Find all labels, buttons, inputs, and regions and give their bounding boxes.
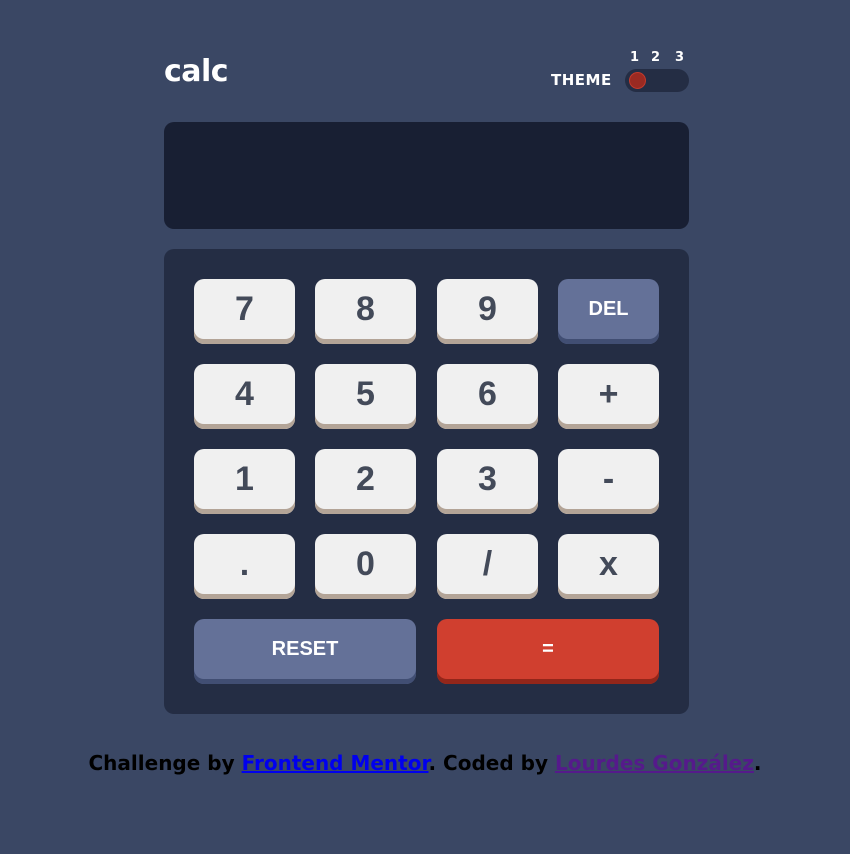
author-link[interactable]: Lourdes González <box>555 751 754 775</box>
header: calc THEME 1 2 3 <box>164 50 689 94</box>
delete-button[interactable]: DEL <box>558 279 659 344</box>
theme-toggle[interactable] <box>625 69 689 92</box>
theme-numbers: 1 2 3 <box>627 50 691 66</box>
key-1[interactable]: 1 <box>194 449 295 514</box>
frontend-mentor-link[interactable]: Frontend Mentor <box>242 751 429 775</box>
multiply-button[interactable]: x <box>558 534 659 599</box>
theme-toggle-knob[interactable] <box>629 72 646 89</box>
plus-button[interactable]: + <box>558 364 659 429</box>
reset-button[interactable]: RESET <box>194 619 416 684</box>
key-3[interactable]: 3 <box>437 449 538 514</box>
calculator-display <box>164 122 689 229</box>
decimal-button[interactable]: . <box>194 534 295 599</box>
footer-suffix: . <box>753 751 762 775</box>
key-7[interactable]: 7 <box>194 279 295 344</box>
theme-number-2: 2 <box>651 50 661 65</box>
key-0[interactable]: 0 <box>315 534 416 599</box>
attribution-footer: Challenge by Frontend Mentor. Coded by L… <box>0 751 850 775</box>
theme-number-3: 3 <box>675 50 685 65</box>
key-8[interactable]: 8 <box>315 279 416 344</box>
equals-button[interactable]: = <box>437 619 659 684</box>
key-2[interactable]: 2 <box>315 449 416 514</box>
divide-button[interactable]: / <box>437 534 538 599</box>
minus-button[interactable]: - <box>558 449 659 514</box>
keypad: 7 8 9 DEL 4 5 6 + 1 2 3 - . 0 / x RESET … <box>164 249 689 714</box>
theme-number-1: 1 <box>630 50 640 65</box>
key-5[interactable]: 5 <box>315 364 416 429</box>
theme-label: THEME <box>551 71 612 89</box>
key-4[interactable]: 4 <box>194 364 295 429</box>
calculator-app: calc THEME 1 2 3 7 8 9 DEL 4 5 6 + 1 2 3… <box>0 0 850 854</box>
footer-middle: . Coded by <box>428 751 555 775</box>
app-logo: calc <box>164 54 229 89</box>
footer-prefix: Challenge by <box>88 751 242 775</box>
key-9[interactable]: 9 <box>437 279 538 344</box>
key-6[interactable]: 6 <box>437 364 538 429</box>
